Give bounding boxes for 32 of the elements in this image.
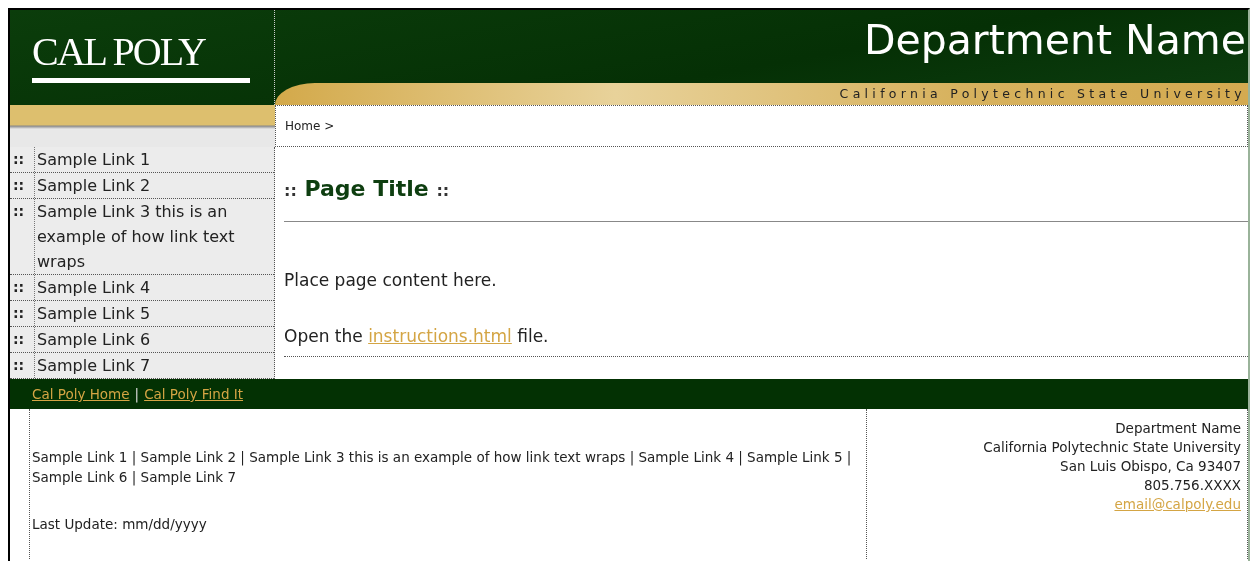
bullet-marker: :: <box>12 304 26 323</box>
link-separator: | <box>134 384 140 405</box>
bullet-marker: :: <box>12 278 26 297</box>
title-marker: :: <box>436 181 450 200</box>
bullet-marker: :: <box>12 356 26 375</box>
content-paragraph: Open the instructions.html file. <box>284 324 550 348</box>
sidebar-link[interactable]: Sample Link 2 <box>34 173 151 198</box>
logo-text[interactable]: CAL POLY <box>32 32 274 72</box>
sidebar-link[interactable]: Sample Link 5 <box>34 301 151 326</box>
bullet-marker: :: <box>12 150 26 169</box>
title-marker: :: <box>284 181 297 200</box>
department-title: Department Name <box>862 15 1247 66</box>
address-line: San Luis Obispo, Ca 93407 <box>1059 457 1241 476</box>
address-line: 805.756.XXXX <box>1142 476 1241 495</box>
breadcrumb-link[interactable]: Home > <box>285 119 335 133</box>
address-line: Department Name <box>1114 419 1241 438</box>
bullet-marker: :: <box>12 176 26 195</box>
sidebar-link[interactable]: Sample Link 1 <box>34 147 151 172</box>
sidebar-link[interactable]: Sample Link 4 <box>34 275 151 300</box>
footer-link[interactable]: Cal Poly Home <box>32 383 130 405</box>
address-line: California Polytechnic State University <box>982 438 1241 457</box>
footer-sitemap: Sample Link 1 | Sample Link 2 | Sample Link 3 this is an example of how link text wraps | Sample Link 4 | Sample Link 5 | Sample Link 6 | Sample Link 7 <box>32 448 852 488</box>
bullet-marker: :: <box>12 202 26 221</box>
bullet-marker: :: <box>12 330 26 349</box>
university-banner: California Polytechnic State University <box>275 83 1248 105</box>
page-title: Page Title <box>304 176 429 201</box>
sidebar-link[interactable]: Sample Link 7 <box>34 353 151 378</box>
sidebar-link[interactable]: Sample Link 3 this is an example of how link text wraps <box>34 199 274 274</box>
sidebar-link[interactable]: Sample Link 6 <box>34 327 151 352</box>
last-update: Last Update: mm/dd/yyyy <box>32 514 208 534</box>
footer-link[interactable]: Cal Poly Find It <box>144 383 244 405</box>
content-paragraph: Place page content here. <box>284 269 498 292</box>
